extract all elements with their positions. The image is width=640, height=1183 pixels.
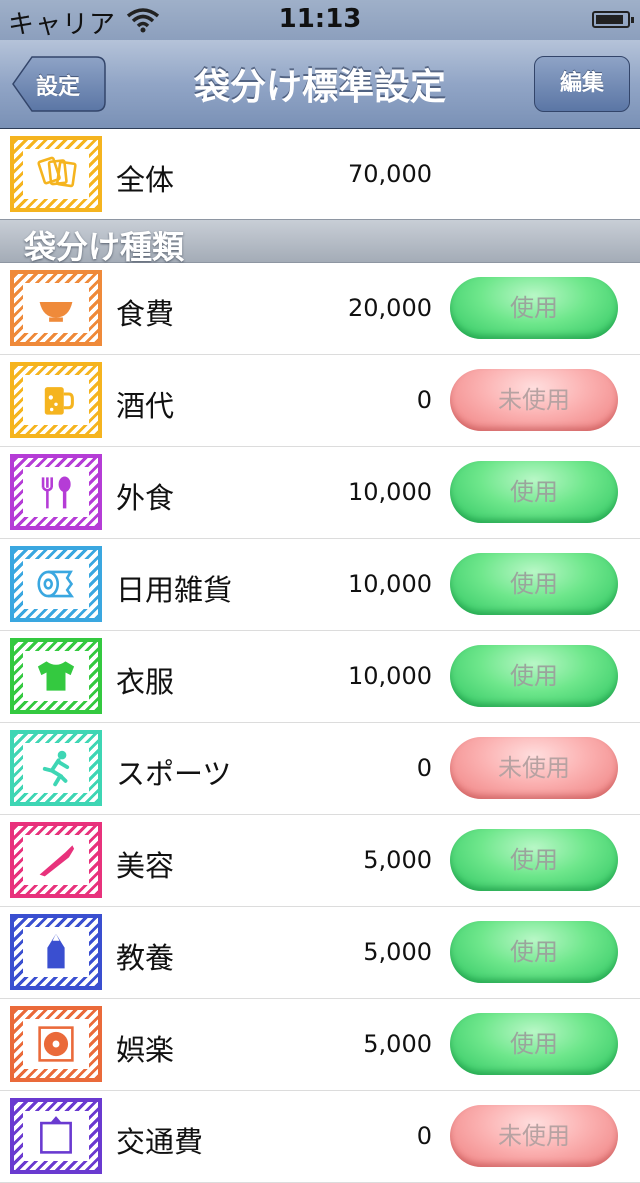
status-bar: キャリア 11:13 [0,0,640,40]
cards-icon [10,136,102,212]
toilet-paper-icon [10,546,102,622]
use-toggle-button[interactable]: 使用 [450,461,618,523]
category-amount: 5,000 [363,1030,432,1058]
navigation-bar: 設定 袋分け標準設定 編集 [0,40,640,129]
category-amount: 20,000 [348,294,432,322]
runner-icon [10,730,102,806]
use-toggle-button[interactable]: 使用 [450,829,618,891]
category-amount: 0 [416,1122,432,1150]
bowl-icon [10,270,102,346]
pencil-icon [10,914,102,990]
category-label: 交通費 [116,1125,204,1159]
use-toggle-button[interactable]: 使用 [450,277,618,339]
category-amount: 10,000 [348,570,432,598]
icon-background [23,835,89,885]
category-row[interactable]: 衣服 10,000 使用 [0,631,640,723]
train-icon [10,1098,102,1174]
category-row[interactable]: 日用雑貨 10,000 使用 [0,539,640,631]
use-toggle-button[interactable]: 使用 [450,645,618,707]
category-row[interactable]: 外食 10,000 使用 [0,447,640,539]
category-amount: 5,000 [363,938,432,966]
battery-icon [592,11,634,28]
icon-background [23,1111,89,1161]
section-header-label: 袋分け種類 [24,228,185,266]
clock: 11:13 [278,4,362,34]
category-row[interactable]: 教養 5,000 使用 [0,907,640,999]
tshirt-icon [10,638,102,714]
disc-icon [10,1006,102,1082]
battery-fill [596,15,623,24]
category-row[interactable]: スポーツ 0 未使用 [0,723,640,815]
category-label: 教養 [116,941,175,975]
icon-background [23,149,89,199]
category-amount: 0 [416,386,432,414]
category-row[interactable]: 美容 5,000 使用 [0,815,640,907]
category-row[interactable]: 食費 20,000 使用 [0,263,640,355]
unused-toggle-button[interactable]: 未使用 [450,369,618,431]
icon-background [23,559,89,609]
icon-background [23,743,89,793]
unused-toggle-button[interactable]: 未使用 [450,737,618,799]
use-toggle-button[interactable]: 使用 [450,553,618,615]
razor-icon [10,822,102,898]
category-row[interactable]: 酒代 0 未使用 [0,355,640,447]
edit-button[interactable]: 編集 [534,56,630,112]
category-label: 美容 [116,849,175,883]
section-header: 袋分け種類 [0,219,640,266]
total-label: 全体 [116,163,175,197]
category-row[interactable]: 娯楽 5,000 使用 [0,999,640,1091]
icon-background [23,283,89,333]
category-list: 食費 20,000 使用 酒代 0 未使用 外食 10,000 使用 日用雑貨 10,000 使用 衣服… [0,263,640,1183]
icon-background [23,467,89,517]
category-label: 食費 [116,297,175,331]
total-amount: 70,000 [348,160,432,188]
beer-mug-icon [10,362,102,438]
category-amount: 0 [416,754,432,782]
category-label: スポーツ [116,757,232,791]
category-amount: 5,000 [363,846,432,874]
category-label: 外食 [116,481,175,515]
use-toggle-button[interactable]: 使用 [450,921,618,983]
icon-background [23,927,89,977]
icon-background [23,651,89,701]
category-label: 酒代 [116,389,175,423]
category-row[interactable]: 交通費 0 未使用 [0,1091,640,1183]
icon-background [23,375,89,425]
category-amount: 10,000 [348,478,432,506]
total-row[interactable]: 全体 70,000 [0,129,640,219]
unused-toggle-button[interactable]: 未使用 [450,1105,618,1167]
category-label: 娯楽 [116,1033,175,1067]
category-label: 日用雑貨 [116,573,233,607]
use-toggle-button[interactable]: 使用 [450,1013,618,1075]
category-amount: 10,000 [348,662,432,690]
category-label: 衣服 [116,665,175,699]
fork-spoon-icon [10,454,102,530]
icon-background [23,1019,89,1069]
